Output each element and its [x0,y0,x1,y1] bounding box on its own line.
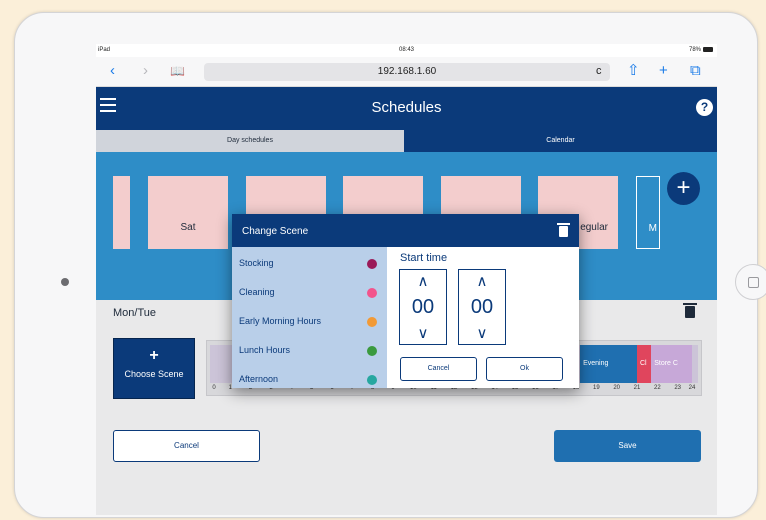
scene-item-afternoon[interactable]: Afternoon [232,363,387,388]
add-schedule-icon[interactable]: + [667,172,700,205]
new-tab-icon[interactable]: + [659,62,668,80]
scene-list: Stocking Cleaning Early Morning Hours Lu… [232,247,387,388]
home-button[interactable] [735,264,766,300]
cancel-button[interactable]: Cancel [113,430,260,462]
hours-value[interactable]: 00 [400,294,446,320]
clock: 08:43 [398,47,414,53]
address-bar[interactable]: 192.168.1.60 [204,63,610,81]
timeline-segment[interactable]: Store C [651,345,692,383]
back-icon[interactable]: ‹ [110,62,115,80]
tabs-icon[interactable]: ⧉ [690,62,701,80]
day-card-label: M [648,223,657,234]
trash-icon[interactable] [683,303,697,318]
scene-name: Afternoon [239,374,279,384]
chevron-down-icon[interactable]: ∨ [400,326,446,342]
battery-icon [703,47,713,52]
hour-tick-label: 0 [212,385,216,391]
minutes-spinner: ∧ 00 ∨ [458,269,506,345]
minutes-value[interactable]: 00 [459,294,505,320]
dialog-title: Change Scene [242,226,309,237]
chevron-up-icon[interactable]: ∧ [400,274,446,290]
chevron-down-icon[interactable]: ∨ [459,326,505,342]
scene-color-dot [367,288,377,298]
scene-name: Lunch Hours [239,345,291,355]
browser-toolbar: ‹ › 📖 192.168.1.60 c ⇧ + ⧉ [96,57,717,87]
scene-name: Stocking [239,258,274,268]
choose-scene-button[interactable]: + Choose Scene [113,338,195,399]
battery-indicator: 78% [689,47,713,53]
timeline-segment[interactable]: Cl [637,345,652,383]
battery-percent: 78% [688,47,701,54]
start-time-label: Start time [400,252,448,264]
hours-spinner: ∧ 00 ∨ [399,269,447,345]
scene-color-dot [367,259,377,269]
dialog-cancel-button[interactable]: Cancel [400,357,477,381]
chevron-up-icon[interactable]: ∧ [459,274,505,290]
hour-tick-label: 24 [688,385,696,391]
help-icon[interactable]: ? [696,99,713,116]
forward-icon[interactable]: › [143,62,148,80]
day-label: Mon/Tue [113,307,157,319]
screen: iPad 08:43 78% ‹ › 📖 192.168.1.60 c ⇧ + … [96,44,717,515]
scene-name: Early Morning Hours [239,316,322,326]
plus-icon: + [149,347,159,364]
scene-item-early-morning-hours[interactable]: Early Morning Hours [232,305,387,334]
hour-tick-label: 20 [613,385,620,391]
reload-icon[interactable]: c [596,62,602,80]
url-text: 192.168.1.60 [377,66,437,77]
dialog-header: Change Scene [232,214,579,247]
scene-color-dot [367,375,377,385]
hour-tick-label: 19 [592,385,600,391]
scene-color-dot [367,346,377,356]
app-header: Schedules ? [96,87,717,130]
hour-tick-label: 23 [674,385,681,391]
scene-name: Cleaning [239,287,275,297]
day-card-sat[interactable]: Sat [148,176,228,249]
tab-calendar[interactable]: Calendar [404,130,717,152]
day-card[interactable] [113,176,130,249]
day-card-label: Sat [180,222,196,233]
dialog-ok-button[interactable]: Ok [486,357,563,381]
bookmarks-icon[interactable]: 📖 [170,62,185,80]
day-card-monday[interactable]: M [636,176,660,249]
hour-tick-label: 21 [633,385,641,391]
ipad-frame: iPad 08:43 78% ‹ › 📖 192.168.1.60 c ⇧ + … [14,12,766,518]
tab-day-schedules[interactable]: Day schedules [96,130,404,152]
timeline-segment[interactable]: Evening [580,345,637,383]
front-camera [61,278,69,286]
scene-item-cleaning[interactable]: Cleaning [232,276,387,305]
trash-icon[interactable] [557,223,570,237]
status-bar: iPad 08:43 78% [96,44,717,57]
change-scene-dialog: Change Scene Stocking Cleaning Early Mor… [232,214,579,388]
scene-item-stocking[interactable]: Stocking [232,247,387,276]
share-icon[interactable]: ⇧ [627,62,640,80]
save-button[interactable]: Save [554,430,701,462]
page-title: Schedules [371,99,442,116]
tab-bar: Day schedules Calendar [96,130,717,152]
hour-tick-label: 22 [653,385,661,391]
scene-item-lunch-hours[interactable]: Lunch Hours [232,334,387,363]
scene-color-dot [367,317,377,327]
choose-scene-label: Choose Scene [124,369,184,379]
